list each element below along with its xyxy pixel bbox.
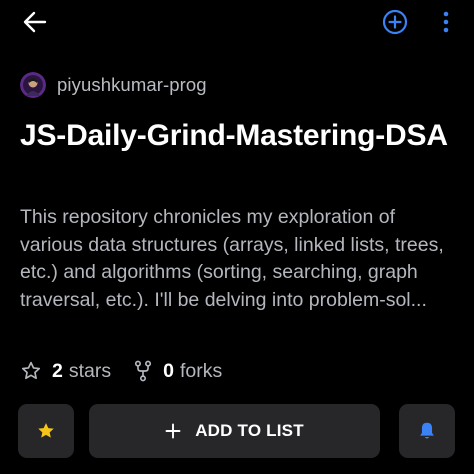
add-button[interactable] <box>381 8 409 36</box>
forks-label: forks <box>179 359 223 382</box>
top-bar <box>0 0 474 44</box>
stars-label: stars <box>68 359 112 382</box>
star-filled-icon <box>38 423 54 438</box>
owner-name[interactable]: piyushkumar-prog <box>57 74 207 96</box>
plus-circle-icon <box>382 9 408 35</box>
owner-avatar[interactable] <box>20 72 46 98</box>
forks-stat[interactable]: 0 forks <box>133 360 222 383</box>
repo-title: JS-Daily-Grind-Mastering-DSA <box>20 119 448 152</box>
kebab-menu-icon <box>443 11 449 33</box>
back-button[interactable] <box>20 8 50 36</box>
owner-row[interactable]: piyushkumar-prog <box>20 70 207 100</box>
star-outline-icon <box>21 361 41 380</box>
stats-row: 2 stars 0 forks <box>20 356 222 386</box>
stars-stat[interactable]: 2 stars <box>20 360 111 383</box>
repo-description: This repository chronicles my exploratio… <box>20 206 444 311</box>
more-options-button[interactable] <box>436 8 456 36</box>
add-to-list-label: ADD TO LIST <box>195 421 304 440</box>
fork-icon <box>135 360 152 382</box>
notifications-button[interactable] <box>399 404 455 458</box>
forks-count: 0 <box>163 359 174 382</box>
stars-count: 2 <box>52 359 63 382</box>
bell-icon <box>420 422 434 439</box>
arrow-left-icon <box>23 11 47 33</box>
plus-icon <box>165 423 181 439</box>
star-toggle-button[interactable] <box>18 404 74 458</box>
add-to-list-button[interactable]: ADD TO LIST <box>89 404 380 458</box>
